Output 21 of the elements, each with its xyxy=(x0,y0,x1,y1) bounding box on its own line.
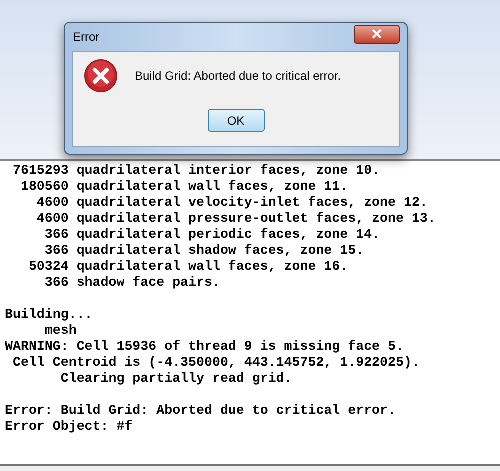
console-line: 366 quadrilateral shadow faces, zone 15. xyxy=(44,243,364,259)
window-title: Error xyxy=(72,29,100,46)
console-line: Clearing partially read grid. xyxy=(60,371,292,387)
console-line: 7615293 quadrilateral interior faces, zone 10. xyxy=(12,163,380,179)
console-line: 366 shadow face pairs. xyxy=(44,275,220,291)
error-message: Build Grid: Aborted due to critical error. xyxy=(135,68,342,85)
console-line: 50324 quadrilateral wall faces, zone 16. xyxy=(28,259,348,275)
close-button[interactable] xyxy=(354,24,400,44)
close-icon xyxy=(372,29,382,39)
console-line: WARNING: Cell 15936 of thread 9 is missing face 5. xyxy=(5,339,404,355)
console-line: 366 quadrilateral periodic faces, zone 14. xyxy=(44,227,380,243)
console-line: Error: Build Grid: Aborted due to critical error. xyxy=(5,403,396,419)
console-line: mesh xyxy=(44,323,77,339)
console-line: Cell Centroid is (-4.350000, 443.145752, 1.922025). xyxy=(12,355,420,371)
error-icon xyxy=(84,59,118,93)
console-line: 4600 quadrilateral velocity-inlet faces, zone 12. xyxy=(36,195,428,211)
console-line: 4600 quadrilateral pressure-outlet faces, zone 13. xyxy=(36,211,436,227)
console-line: Error Object: #f xyxy=(5,419,133,435)
console-line: 180560 quadrilateral wall faces, zone 11. xyxy=(20,179,348,195)
ok-button[interactable]: OK xyxy=(208,109,264,132)
console-line: Building... xyxy=(5,307,93,323)
